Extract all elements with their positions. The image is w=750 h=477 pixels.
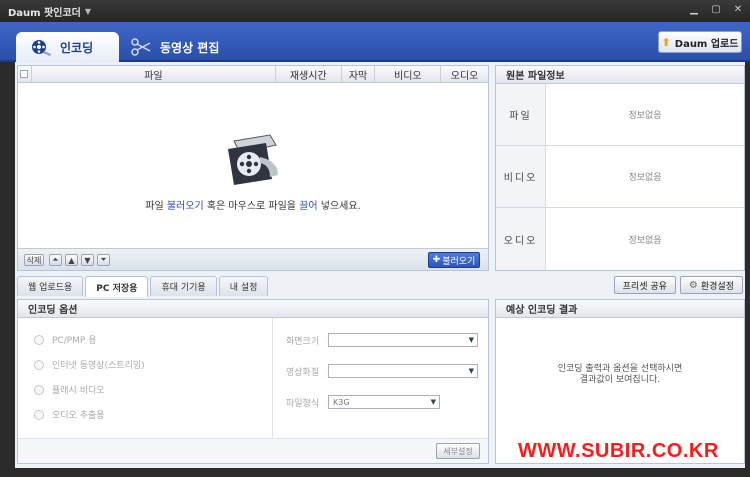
info-value: 정보없음 (628, 173, 662, 183)
radio-icon (34, 409, 44, 420)
tab-web-upload[interactable]: 웹 업로드용 (17, 276, 84, 296)
info-label: 오디오 (496, 208, 546, 270)
app-title: Daum 팟인코더 (8, 7, 81, 19)
drop-instruction: 파일 불러오기 혹은 마우스로 파일을 끌어 넣으세요. (18, 197, 488, 212)
info-row-video: 비디오 정보없음 (496, 146, 744, 208)
file-drop-area[interactable]: 파일 불러오기 혹은 마우스로 파일을 끌어 넣으세요. (18, 83, 488, 248)
tab-pc-save[interactable]: PC 저장용 (85, 276, 149, 297)
film-reel-icon (32, 40, 51, 56)
move-bottom-icon[interactable]: ⏷ (97, 254, 110, 266)
column-duration[interactable]: 재생시간 (276, 66, 342, 82)
radio-label: PC/PMP 용 (52, 336, 97, 346)
encoding-options-title: 인코딩 옵션 (18, 300, 488, 318)
load-link[interactable]: 불러오기 (167, 201, 204, 212)
file-list-panel: 파일 재생시간 자막 비디오 오디오 파일 불러오기 혹은 마우스로 파일을 끌… (17, 65, 489, 271)
source-info-title: 원본 파일정보 (496, 66, 744, 84)
info-label: 비디오 (496, 146, 546, 207)
tab-video-edit[interactable]: 동영상 편집 (126, 32, 236, 62)
info-label: 파일 (496, 84, 546, 145)
daum-upload-label: Daum 업로드 (674, 38, 739, 50)
info-row-file: 파일 정보없음 (496, 84, 744, 146)
radio-icon (34, 359, 44, 370)
column-subtitle[interactable]: 자막 (342, 66, 376, 82)
radio-streaming[interactable]: 인터넷 동영상(스트리밍) (34, 358, 145, 371)
column-audio[interactable]: 오디오 (441, 66, 488, 82)
main-tab-bar: 인코딩 동영상 편집 ⬆ Daum 업로드 (0, 22, 750, 62)
move-down-icon[interactable]: ▼ (81, 254, 94, 266)
gear-icon: ⚙ (688, 279, 698, 291)
move-top-icon[interactable]: ⏶ (49, 254, 62, 266)
tab-encoding[interactable]: 인코딩 (16, 32, 119, 62)
tab-video-edit-label: 동영상 편집 (160, 40, 220, 55)
encoding-fields: 화면크기 ▼ 영상화질 ▼ 파일형식 K3G ▼ (274, 318, 488, 438)
load-files-button[interactable]: ✚ 불러오기 (428, 252, 480, 268)
delete-button[interactable]: 삭제 (24, 254, 44, 266)
drop-text-3: 넣으세요. (317, 201, 361, 212)
tab-mobile-device[interactable]: 휴대 기기용 (150, 276, 217, 296)
radio-label: 인터넷 동영상(스트리밍) (52, 361, 145, 371)
encoding-options-footer: 세부설정 (18, 438, 488, 463)
info-value: 정보없음 (628, 235, 662, 246)
select-all-checkbox[interactable] (18, 66, 32, 82)
plus-icon: ✚ (432, 255, 441, 265)
info-value: 정보없음 (628, 111, 662, 121)
drop-text-1: 파일 (145, 201, 167, 212)
scissors-film-icon (131, 38, 151, 56)
settings-buttons: 프리셋 공유 ⚙ 환경설정 (613, 276, 743, 294)
encoding-options-panel: 인코딩 옵션 PC/PMP 용 인터넷 동영상(스트리밍) 플래시 비디오 오디… (17, 299, 489, 464)
video-quality-label: 영상화질 (286, 368, 320, 378)
tab-my-settings[interactable]: 내 설정 (218, 276, 269, 296)
result-message-line-2: 결과값이 보여집니다. (579, 375, 661, 385)
preset-share-button[interactable]: 프리셋 공유 (613, 276, 676, 294)
source-info-panel: 원본 파일정보 파일 정보없음 비디오 정보없음 오디오 정보없음 (495, 65, 745, 271)
chevron-down-icon: ▼ (430, 398, 436, 406)
screen-size-select[interactable]: ▼ (328, 333, 478, 347)
chevron-down-icon: ▼ (468, 367, 474, 375)
screen-size-label: 화면크기 (286, 337, 320, 347)
file-format-label: 파일형식 (286, 399, 320, 409)
window-controls: ▁ ▢ ✕ (688, 4, 744, 16)
video-quality-select[interactable]: ▼ (328, 364, 478, 378)
app-menu-chevron-down-icon[interactable]: ▼ (85, 7, 91, 16)
drop-text-2: 혹은 마우스로 파일을 (203, 201, 300, 212)
output-tabs: 웹 업로드용 PC 저장용 휴대 기기용 내 설정 (17, 276, 270, 297)
watermark: WWW.SUBIR.CO.KR (518, 440, 719, 462)
chevron-down-icon: ▼ (468, 336, 474, 344)
main-content: 파일 재생시간 자막 비디오 오디오 파일 불러오기 혹은 마우스로 파일을 끌… (15, 62, 745, 468)
result-message: 인코딩 출력과 옵션을 선택하시면 결과값이 보여집니다. (496, 364, 744, 386)
move-up-icon[interactable]: ▲ (65, 254, 78, 266)
file-list-header: 파일 재생시간 자막 비디오 오디오 (18, 66, 488, 83)
maximize-icon[interactable]: ▢ (710, 4, 722, 16)
column-video[interactable]: 비디오 (375, 66, 442, 82)
file-list-toolbar: 삭제 ⏶ ▲ ▼ ⏷ ✚ 불러오기 (18, 248, 488, 270)
drag-link: 끌어 (299, 201, 318, 212)
environment-settings-label: 환경설정 (700, 281, 734, 292)
file-format-value: K3G (333, 397, 350, 407)
environment-settings-button[interactable]: ⚙ 환경설정 (679, 276, 743, 294)
minimize-icon[interactable]: ▁ (688, 4, 700, 16)
radio-icon (34, 334, 44, 345)
close-icon[interactable]: ✕ (732, 4, 744, 16)
film-drop-icon (228, 134, 278, 185)
result-message-line-1: 인코딩 출력과 옵션을 선택하시면 (557, 364, 683, 374)
file-format-select[interactable]: K3G ▼ (328, 395, 440, 409)
radio-label: 플래시 비디오 (52, 386, 105, 396)
info-row-audio: 오디오 정보없음 (496, 208, 744, 270)
radio-flash-video[interactable]: 플래시 비디오 (34, 383, 105, 396)
detail-settings-button[interactable]: 세부설정 (436, 443, 480, 459)
radio-label: 오디오 추출용 (52, 411, 105, 421)
title-bar: Daum 팟인코더 ▼ ▁ ▢ ✕ (0, 0, 750, 22)
radio-audio-extract[interactable]: 오디오 추출용 (34, 408, 105, 421)
daum-upload-button[interactable]: ⬆ Daum 업로드 (658, 31, 742, 53)
load-files-label: 불러오기 (442, 256, 476, 267)
tab-encoding-label: 인코딩 (60, 40, 94, 55)
upload-arrow-icon: ⬆ (661, 35, 671, 49)
expected-result-title: 예상 인코딩 결과 (496, 300, 744, 318)
encoding-type-group: PC/PMP 용 인터넷 동영상(스트리밍) 플래시 비디오 오디오 추출용 (18, 318, 273, 438)
column-file[interactable]: 파일 (32, 66, 276, 82)
radio-icon (34, 384, 44, 395)
radio-pc-pmp[interactable]: PC/PMP 용 (34, 333, 97, 346)
